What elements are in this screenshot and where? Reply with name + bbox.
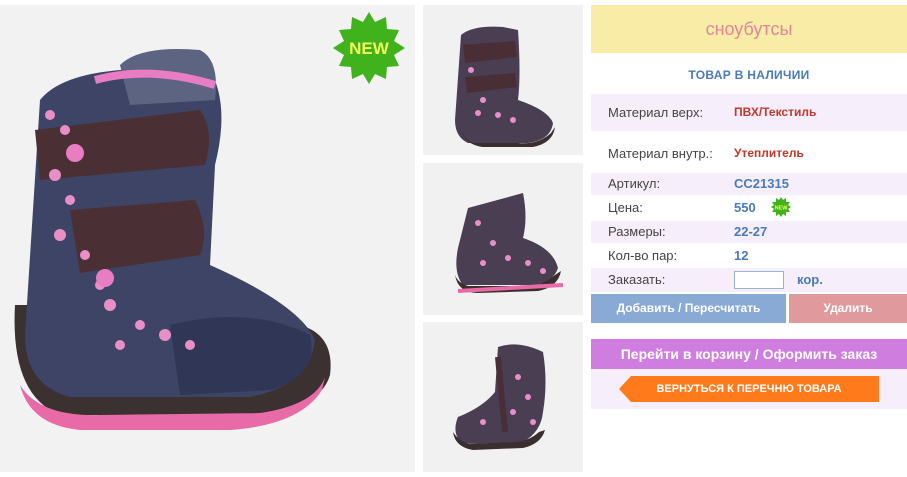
spec-row-material-inner: Материал внутр.: Утеплитель (591, 135, 907, 172)
stock-status: ТОВАР В НАЛИЧИИ (688, 68, 810, 82)
boot-thumb-image (455, 26, 555, 147)
mini-new-text: NEW (775, 206, 789, 212)
go-to-cart-button[interactable]: Перейти в корзину / Оформить заказ (591, 339, 907, 369)
delete-button[interactable]: Удалить (789, 294, 907, 323)
back-to-list-button[interactable]: ВЕРНУТЬСЯ К ПЕРЕЧНЮ ТОВАРА (619, 376, 879, 402)
mini-new-badge-icon: NEW (771, 197, 791, 217)
spec-value: 550 (734, 200, 756, 215)
add-recalc-button[interactable]: Добавить / Пересчитать (591, 294, 786, 323)
spec-label: Размеры: (608, 224, 666, 239)
spec-label: Цена: (608, 200, 643, 215)
back-button-area: ВЕРНУТЬСЯ К ПЕРЕЧНЮ ТОВАРА (591, 369, 907, 409)
spec-value: 12 (734, 248, 749, 263)
order-row: Заказать: кор. (591, 268, 907, 292)
product-title: сноубутсы (591, 5, 907, 53)
spec-value: Утеплитель (734, 146, 804, 160)
spec-row-pairs: Кол-во пар: 12 (591, 245, 907, 267)
back-to-list-label: ВЕРНУТЬСЯ К ПЕРЕЧНЮ ТОВАРА (656, 383, 842, 395)
spec-value: CC21315 (734, 176, 789, 191)
spec-value: ПВХ/Текстиль (734, 105, 817, 119)
new-badge-text: NEW (349, 39, 390, 58)
order-quantity-input[interactable] (734, 271, 784, 289)
spec-row-article: Артикул: CC21315 (591, 173, 907, 195)
spec-label: Артикул: (608, 176, 661, 191)
new-badge-icon: NEW (333, 12, 405, 84)
thumbnail-3[interactable] (423, 322, 583, 472)
spec-row-price: Цена: 550 NEW (591, 197, 907, 219)
spec-label: Кол-во пар: (608, 248, 678, 263)
boot-thumb-image (455, 193, 564, 293)
spec-label: Материал верх: (608, 105, 704, 120)
spec-value: 22-27 (734, 224, 768, 239)
thumbnail-2[interactable] (423, 163, 583, 315)
order-unit: кор. (797, 272, 823, 287)
spec-label: Материал внутр.: (608, 146, 713, 161)
order-label: Заказать: (608, 272, 666, 287)
spec-row-sizes: Размеры: 22-27 (591, 221, 907, 243)
boot-thumb-image (453, 344, 546, 450)
thumbnail-1[interactable] (423, 5, 583, 155)
spec-row-material-top: Материал верх: ПВХ/Текстиль (591, 94, 907, 131)
